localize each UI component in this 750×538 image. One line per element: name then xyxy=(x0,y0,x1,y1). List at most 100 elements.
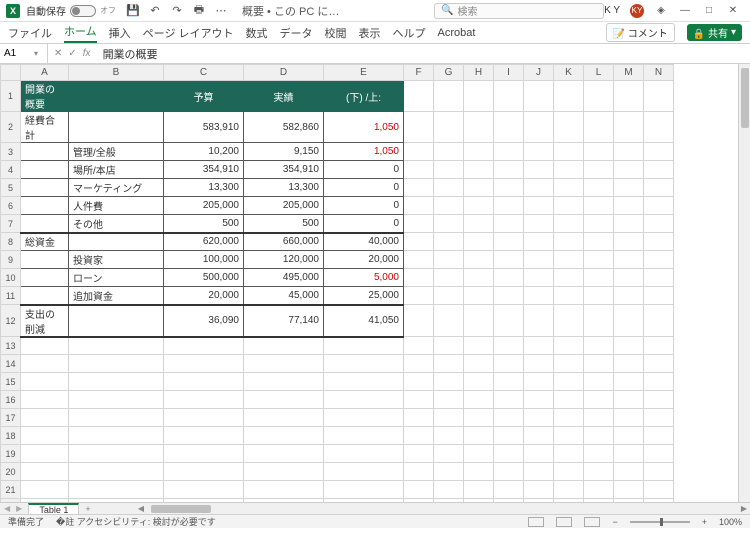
cell[interactable] xyxy=(524,179,554,197)
cell[interactable] xyxy=(404,445,434,463)
cell[interactable] xyxy=(644,337,674,355)
view-pagebreak-button[interactable] xyxy=(584,517,600,527)
cell[interactable] xyxy=(464,463,494,481)
col-header[interactable]: G xyxy=(434,65,464,81)
cell[interactable]: 10,200 xyxy=(164,143,244,161)
name-box-input[interactable] xyxy=(4,48,34,59)
row-header[interactable]: 12 xyxy=(1,305,21,337)
cell[interactable] xyxy=(324,355,404,373)
cell[interactable] xyxy=(584,269,614,287)
sheet-tab[interactable]: Table 1 xyxy=(28,503,79,515)
cell[interactable] xyxy=(644,355,674,373)
cell[interactable] xyxy=(524,197,554,215)
col-header[interactable]: F xyxy=(404,65,434,81)
cell[interactable] xyxy=(324,337,404,355)
cell[interactable] xyxy=(554,373,584,391)
cell[interactable] xyxy=(494,215,524,233)
cell[interactable] xyxy=(614,481,644,499)
col-header[interactable]: D xyxy=(244,65,324,81)
cell[interactable] xyxy=(164,337,244,355)
cell[interactable] xyxy=(494,287,524,305)
scrollbar-thumb[interactable] xyxy=(741,68,749,128)
cell[interactable] xyxy=(404,337,434,355)
cell[interactable] xyxy=(434,161,464,179)
cell[interactable] xyxy=(554,215,584,233)
cell[interactable] xyxy=(464,215,494,233)
avatar[interactable]: KY xyxy=(630,4,644,18)
autosave-toggle[interactable]: 自動保存 オフ xyxy=(26,3,116,18)
tab-insert[interactable]: 挿入 xyxy=(109,25,131,41)
cell[interactable] xyxy=(404,161,434,179)
cell[interactable] xyxy=(434,143,464,161)
print-icon[interactable]: 🖶 xyxy=(192,4,206,18)
cell[interactable] xyxy=(644,463,674,481)
cell[interactable] xyxy=(464,179,494,197)
cell[interactable]: 実績 xyxy=(244,81,324,112)
cell[interactable] xyxy=(554,463,584,481)
tab-review[interactable]: 校閲 xyxy=(325,25,347,41)
cell[interactable] xyxy=(494,233,524,251)
cell[interactable]: 投資家 xyxy=(69,251,164,269)
cell[interactable]: 5,000 xyxy=(324,269,404,287)
cell[interactable] xyxy=(494,337,524,355)
cell[interactable] xyxy=(434,197,464,215)
cell[interactable]: 500 xyxy=(164,215,244,233)
cell[interactable] xyxy=(554,427,584,445)
cell[interactable] xyxy=(644,251,674,269)
cell[interactable] xyxy=(164,355,244,373)
cell[interactable]: 500,000 xyxy=(164,269,244,287)
cell[interactable] xyxy=(434,215,464,233)
cell[interactable] xyxy=(524,445,554,463)
cell[interactable] xyxy=(324,445,404,463)
row-header[interactable]: 11 xyxy=(1,287,21,305)
cell[interactable] xyxy=(524,112,554,143)
cell[interactable] xyxy=(464,391,494,409)
row-header[interactable]: 9 xyxy=(1,251,21,269)
cell[interactable] xyxy=(644,287,674,305)
cell[interactable] xyxy=(69,112,164,143)
col-header[interactable]: A xyxy=(21,65,69,81)
cell[interactable] xyxy=(434,305,464,337)
cell[interactable] xyxy=(494,427,524,445)
cell[interactable] xyxy=(21,445,69,463)
cell[interactable] xyxy=(434,391,464,409)
cell[interactable] xyxy=(614,161,644,179)
select-all-cell[interactable] xyxy=(1,65,21,81)
cell[interactable] xyxy=(584,427,614,445)
cell[interactable] xyxy=(69,409,164,427)
maximize-button[interactable]: □ xyxy=(702,4,716,18)
row-header[interactable]: 14 xyxy=(1,355,21,373)
cell[interactable]: 経費合計 xyxy=(21,112,69,143)
zoom-out-button[interactable]: − xyxy=(612,517,617,527)
cell[interactable] xyxy=(614,81,644,112)
cell[interactable] xyxy=(644,161,674,179)
cell[interactable] xyxy=(21,427,69,445)
cell[interactable] xyxy=(584,409,614,427)
cell[interactable] xyxy=(404,143,434,161)
cell[interactable] xyxy=(524,481,554,499)
cell[interactable]: 205,000 xyxy=(164,197,244,215)
cell[interactable] xyxy=(244,481,324,499)
cell[interactable] xyxy=(464,269,494,287)
cell[interactable] xyxy=(554,81,584,112)
cell[interactable]: 0 xyxy=(324,179,404,197)
row-header[interactable]: 3 xyxy=(1,143,21,161)
cell[interactable] xyxy=(554,161,584,179)
vertical-scrollbar[interactable] xyxy=(738,64,750,502)
row-header[interactable]: 4 xyxy=(1,161,21,179)
cell[interactable]: 77,140 xyxy=(244,305,324,337)
cell[interactable] xyxy=(614,112,644,143)
cell[interactable] xyxy=(554,409,584,427)
cell[interactable] xyxy=(464,409,494,427)
cell[interactable] xyxy=(464,481,494,499)
cell[interactable] xyxy=(524,409,554,427)
cell[interactable] xyxy=(404,481,434,499)
cell[interactable] xyxy=(244,463,324,481)
row-header[interactable]: 1 xyxy=(1,81,21,112)
cell[interactable] xyxy=(164,373,244,391)
scroll-right-icon[interactable]: ▶ xyxy=(738,504,750,513)
cell[interactable] xyxy=(524,81,554,112)
cell[interactable] xyxy=(404,197,434,215)
cell[interactable] xyxy=(584,355,614,373)
cell[interactable] xyxy=(614,143,644,161)
